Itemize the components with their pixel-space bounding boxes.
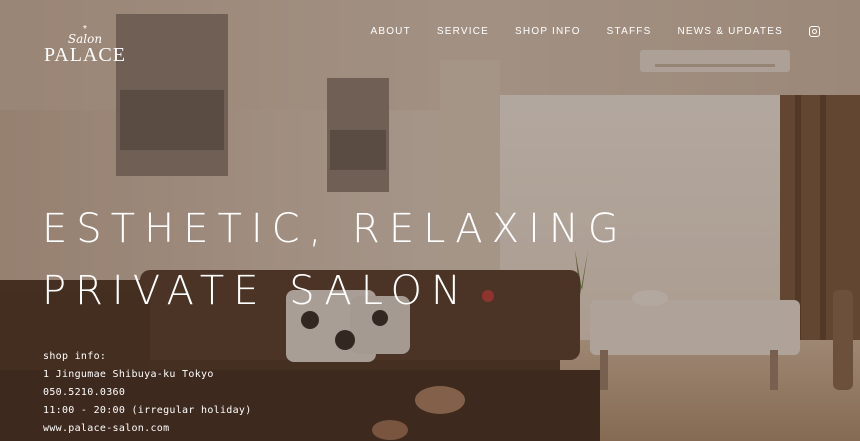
hero-headline: ESTHETIC, RELAXING PRIVATE SALON: [42, 198, 628, 322]
main-nav: ABOUT SERVICE SHOP INFO STAFFS NEWS & UP…: [370, 26, 820, 37]
shop-info-label: shop info:: [43, 351, 107, 362]
instagram-icon[interactable]: [809, 26, 820, 37]
shop-hours: 11:00 - 20:00 (irregular holiday): [43, 405, 252, 416]
site-logo[interactable]: * Salon PALACE: [40, 25, 130, 66]
logo-name: PALACE: [44, 44, 126, 66]
hero-section: * Salon PALACE ABOUT SERVICE SHOP INFO S…: [0, 0, 860, 441]
shop-address: 1 Jingumae Shibuya-ku Tokyo: [43, 369, 214, 380]
nav-item-about[interactable]: ABOUT: [370, 26, 410, 37]
nav-item-staffs[interactable]: STAFFS: [607, 26, 652, 37]
nav-item-shop-info[interactable]: SHOP INFO: [515, 26, 581, 37]
shop-info-block: shop info: 1 Jingumae Shibuya-ku Tokyo 0…: [43, 348, 252, 438]
shop-phone[interactable]: 050.5210.0360: [43, 384, 252, 402]
nav-item-service[interactable]: SERVICE: [437, 26, 489, 37]
headline-line-2: PRIVATE SALON: [42, 268, 470, 314]
headline-line-1: ESTHETIC, RELAXING: [42, 206, 628, 252]
nav-item-news-updates[interactable]: NEWS & UPDATES: [677, 26, 783, 37]
shop-website-link[interactable]: www.palace-salon.com: [43, 420, 252, 438]
